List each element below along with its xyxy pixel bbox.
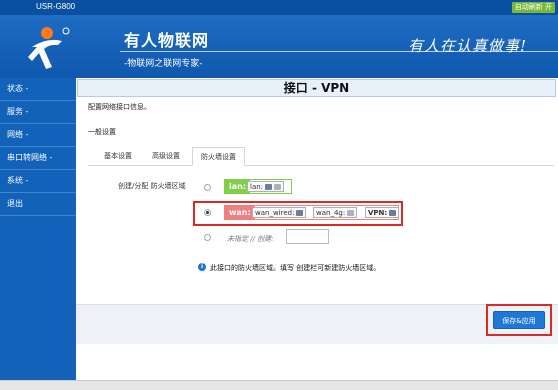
brand-subtitle: -物联网之联网专家- <box>124 59 203 69</box>
firewall-zone-label: 创建/分配 防火墙区域 <box>118 182 186 190</box>
sidebar-item-logout[interactable]: 退出 <box>0 193 76 216</box>
sidebar-item-services[interactable]: 服务 - <box>0 101 76 124</box>
settings-tabs: 基本设置 高级设置 防火墙设置 <box>88 147 554 166</box>
sidebar-item-network[interactable]: 网络 - <box>0 124 76 147</box>
wan-wired-label: wan_wired: <box>255 209 295 217</box>
main-panel: 接口 - VPN 配置网络接口信息。 一般设置 基本设置 高级设置 防火墙设置 … <box>76 78 558 388</box>
info-icon: i <box>198 263 206 271</box>
new-zone-label: 未指定 // 创建: <box>227 235 274 243</box>
new-zone-input[interactable] <box>286 229 329 244</box>
vpn-label: VPN: <box>368 209 388 217</box>
vpn-chip: VPN: <box>365 207 400 218</box>
page-description: 配置网络接口信息。 <box>88 103 151 111</box>
tab-firewall[interactable]: 防火墙设置 <box>192 147 245 166</box>
wan-wired-chip: wan_wired: <box>252 207 307 218</box>
horizontal-scrollbar[interactable] <box>0 380 558 390</box>
logo-icon <box>28 27 70 69</box>
sidebar-item-serial[interactable]: 串口转网络 - <box>0 147 76 170</box>
slogan: 有人在认真做事! <box>408 37 528 55</box>
sidebar-item-system[interactable]: 系统 - <box>0 170 76 193</box>
sidebar: 状态 - 服务 - 网络 - 串口转网络 - 系统 - 退出 <box>0 78 76 388</box>
signal-icon <box>347 210 355 216</box>
info-text: 此接口的防火墙区域。填写 创建栏可新建防火墙区域。 <box>210 264 381 272</box>
lan-network-chip: lan: <box>247 181 285 192</box>
wireless-icon <box>274 184 282 190</box>
lan-network-label: lan: <box>250 183 264 191</box>
auto-refresh-toggle[interactable]: 自动刷新 开 <box>511 2 555 13</box>
zone-radio-wan[interactable] <box>204 209 211 216</box>
tab-basic[interactable]: 基本设置 <box>96 147 140 166</box>
network-icon <box>296 210 304 216</box>
zone-wan[interactable]: wan: wan_wired: wan_4g: VPN: <box>224 205 400 220</box>
wan-4g-label: wan_4g: <box>316 209 346 217</box>
brand-title: 有人物联网 <box>124 31 210 50</box>
sidebar-item-status[interactable]: 状态 - <box>0 78 76 101</box>
tab-advanced[interactable]: 高级设置 <box>144 147 188 166</box>
section-heading: 一般设置 <box>88 128 116 136</box>
top-bar: USR-G800 自动刷新 开 <box>0 0 558 15</box>
network-icon <box>389 210 397 216</box>
network-icon <box>265 184 273 190</box>
zone-radio-lan[interactable] <box>204 184 211 191</box>
header-banner: 有人物联网 -物联网之联网专家- 有人在认真做事! <box>0 15 558 78</box>
device-model: USR-G800 <box>36 2 76 11</box>
page-title: 接口 - VPN <box>77 79 556 97</box>
zone-wan-name: wan: <box>225 206 255 219</box>
zone-radio-new[interactable] <box>204 234 211 241</box>
save-apply-button[interactable]: 保存&应用 <box>493 311 545 329</box>
zone-lan[interactable]: lan: lan: <box>224 179 292 194</box>
wan-4g-chip: wan_4g: <box>313 207 358 218</box>
